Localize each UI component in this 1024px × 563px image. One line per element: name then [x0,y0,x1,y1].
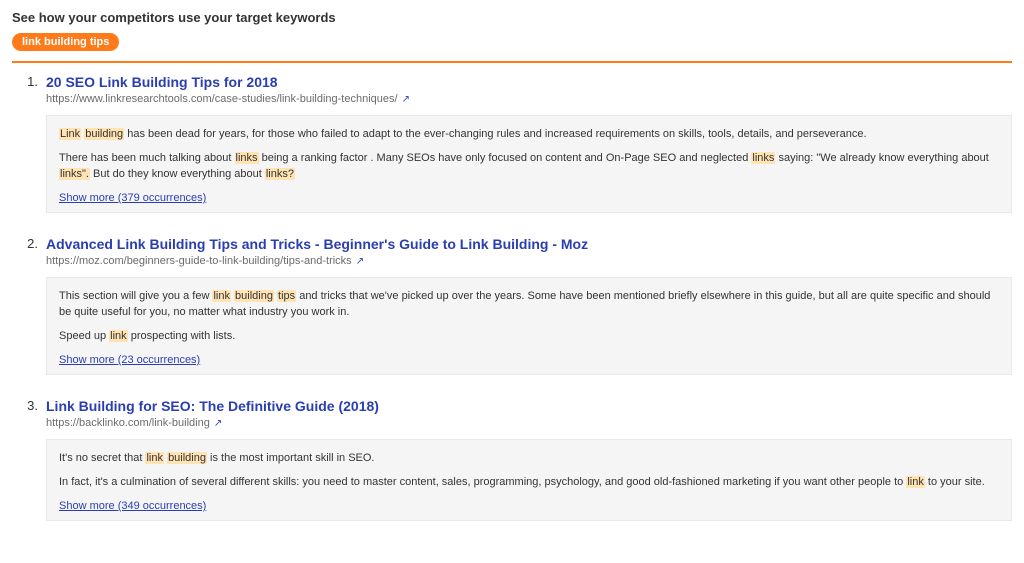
result-body: Link Building for SEO: The Definitive Gu… [46,397,1012,521]
snippet-paragraph: Link building has been dead for years, f… [59,126,999,142]
keyword-highlight: link [212,290,231,302]
snippet-paragraph: Speed up link prospecting with lists. [59,328,999,344]
keyword-highlight: building [167,452,207,464]
show-more-link[interactable]: Show more (379 occurrences) [59,192,206,204]
snippet-box: Link building has been dead for years, f… [46,115,1012,213]
result-item: 3.Link Building for SEO: The Definitive … [12,397,1012,521]
result-url[interactable]: https://www.linkresearchtools.com/case-s… [46,93,398,105]
result-body: Advanced Link Building Tips and Tricks -… [46,235,1012,375]
keyword-highlight: link [145,452,164,464]
result-rank: 1. [12,73,46,213]
external-link-icon[interactable]: ↗ [356,256,364,267]
result-url-row: https://www.linkresearchtools.com/case-s… [46,93,1012,105]
snippet-paragraph: It's no secret that link building is the… [59,450,999,466]
keyword-highlight: link [109,330,128,342]
result-rank: 2. [12,235,46,375]
keyword-highlight: links". [59,168,90,180]
results-list: 1.20 SEO Link Building Tips for 2018 http… [12,73,1012,521]
keyword-highlight: links [751,152,775,164]
section-title: See how your competitors use your target… [12,10,1012,25]
snippet-box: It's no secret that link building is the… [46,439,1012,521]
keyword-highlight: links [235,152,259,164]
result-rank: 3. [12,397,46,521]
keyword-pill[interactable]: link building tips [12,33,119,51]
external-link-icon[interactable]: ↗ [402,94,410,105]
keyword-highlight: Link [59,128,81,140]
keyword-highlight: building [234,290,274,302]
result-url-row: https://moz.com/beginners-guide-to-link-… [46,255,1012,267]
external-link-icon[interactable]: ↗ [214,418,222,429]
result-item: 1.20 SEO Link Building Tips for 2018 http… [12,73,1012,213]
keyword-highlight: building [84,128,124,140]
result-title[interactable]: 20 SEO Link Building Tips for 2018 [46,73,1012,91]
top-divider [12,61,1012,63]
snippet-paragraph: This section will give you a few link bu… [59,288,999,320]
result-url[interactable]: https://moz.com/beginners-guide-to-link-… [46,255,352,267]
result-url[interactable]: https://backlinko.com/link-building [46,417,210,429]
keyword-highlight: tips [277,290,296,302]
show-more-link[interactable]: Show more (349 occurrences) [59,500,206,512]
result-title[interactable]: Advanced Link Building Tips and Tricks -… [46,235,1012,253]
result-item: 2.Advanced Link Building Tips and Tricks… [12,235,1012,375]
snippet-paragraph: In fact, it's a culmination of several d… [59,474,999,490]
result-url-row: https://backlinko.com/link-building ↗ [46,417,1012,429]
result-title[interactable]: Link Building for SEO: The Definitive Gu… [46,397,1012,415]
show-more-link[interactable]: Show more (23 occurrences) [59,354,200,366]
result-body: 20 SEO Link Building Tips for 2018 https:… [46,73,1012,213]
snippet-box: This section will give you a few link bu… [46,277,1012,375]
keyword-highlight: link [906,476,925,488]
keyword-highlight: links? [265,168,295,180]
snippet-paragraph: There has been much talking about links … [59,150,999,182]
